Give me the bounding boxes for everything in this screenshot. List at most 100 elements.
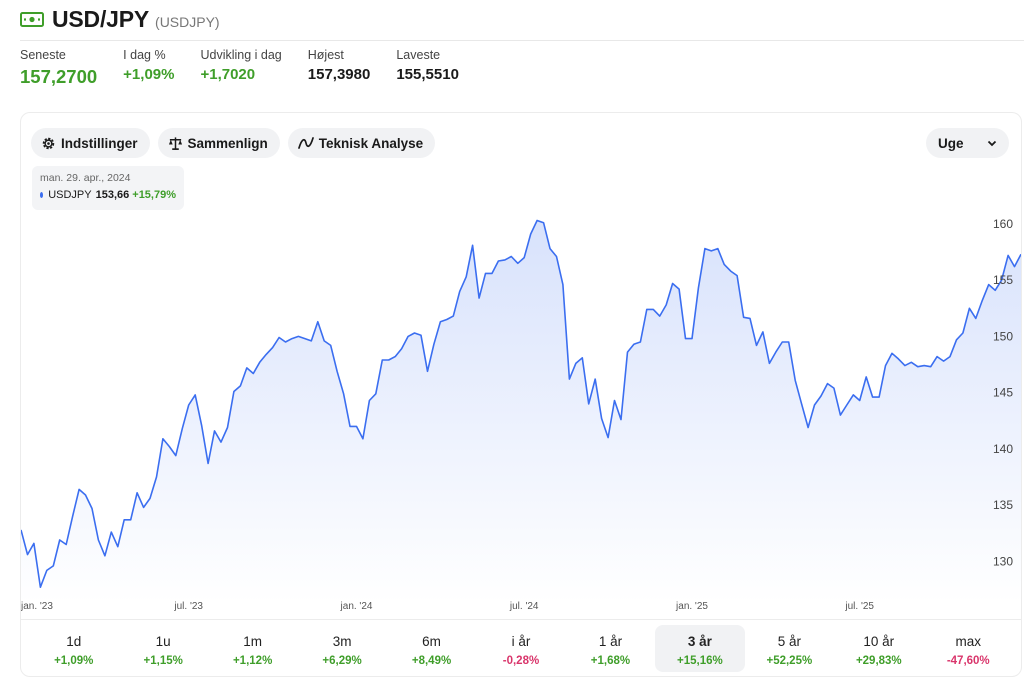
data-point[interactable] xyxy=(696,286,700,290)
period-button[interactable]: 5 år +52,25% xyxy=(745,625,834,672)
data-point[interactable] xyxy=(200,423,204,427)
data-point[interactable] xyxy=(871,395,875,399)
data-point[interactable] xyxy=(206,462,210,466)
data-point[interactable] xyxy=(632,342,636,346)
data-point[interactable] xyxy=(606,436,610,440)
data-point[interactable] xyxy=(987,283,991,287)
data-point[interactable] xyxy=(348,424,352,428)
data-point[interactable] xyxy=(400,347,404,351)
period-button[interactable]: 1u +1,15% xyxy=(118,625,207,672)
data-point[interactable] xyxy=(1019,252,1021,256)
data-point[interactable] xyxy=(451,314,455,318)
data-point[interactable] xyxy=(21,528,23,532)
data-point[interactable] xyxy=(96,538,100,542)
data-point[interactable] xyxy=(909,360,913,364)
data-point[interactable] xyxy=(658,314,662,318)
data-point[interactable] xyxy=(296,334,300,338)
compare-button[interactable]: Sammenlign xyxy=(157,128,280,158)
data-point[interactable] xyxy=(367,399,371,403)
data-point[interactable] xyxy=(226,426,230,430)
data-point[interactable] xyxy=(864,375,868,379)
data-point[interactable] xyxy=(309,339,313,343)
data-point[interactable] xyxy=(374,392,378,396)
data-point[interactable] xyxy=(26,553,30,557)
data-point[interactable] xyxy=(238,384,242,388)
data-point[interactable] xyxy=(135,491,139,495)
data-point[interactable] xyxy=(542,221,546,225)
data-point[interactable] xyxy=(38,585,42,589)
data-point[interactable] xyxy=(722,262,726,266)
period-button[interactable]: 10 år +29,83% xyxy=(834,625,923,672)
period-button[interactable]: 3m +6,29% xyxy=(297,625,386,672)
data-point[interactable] xyxy=(800,402,804,406)
data-point[interactable] xyxy=(219,440,223,444)
data-point[interactable] xyxy=(903,364,907,368)
data-point[interactable] xyxy=(580,356,584,360)
data-point[interactable] xyxy=(180,427,184,431)
data-point[interactable] xyxy=(174,454,178,458)
data-point[interactable] xyxy=(567,377,571,381)
period-button[interactable]: i år -0,28% xyxy=(476,625,565,672)
data-point[interactable] xyxy=(361,437,365,441)
data-point[interactable] xyxy=(522,256,526,260)
data-point[interactable] xyxy=(780,340,784,344)
data-point[interactable] xyxy=(213,429,217,433)
data-point[interactable] xyxy=(832,386,836,390)
data-point[interactable] xyxy=(703,247,707,251)
data-point[interactable] xyxy=(980,298,984,302)
data-point[interactable] xyxy=(858,399,862,403)
data-point[interactable] xyxy=(258,360,262,364)
data-point[interactable] xyxy=(167,445,171,449)
data-point[interactable] xyxy=(748,316,752,320)
data-point[interactable] xyxy=(896,357,900,361)
data-point[interactable] xyxy=(806,426,810,430)
data-point[interactable] xyxy=(193,393,197,397)
data-point[interactable] xyxy=(838,413,842,417)
data-point[interactable] xyxy=(490,271,494,275)
data-point[interactable] xyxy=(645,307,649,311)
data-point[interactable] xyxy=(929,365,933,369)
data-point[interactable] xyxy=(826,382,830,386)
data-point[interactable] xyxy=(955,338,959,342)
data-point[interactable] xyxy=(187,403,191,407)
data-point[interactable] xyxy=(587,402,591,406)
data-point[interactable] xyxy=(426,369,430,373)
data-point[interactable] xyxy=(974,316,978,320)
data-point[interactable] xyxy=(890,351,894,355)
data-point[interactable] xyxy=(813,403,817,407)
data-point[interactable] xyxy=(477,296,481,300)
data-point[interactable] xyxy=(290,337,294,341)
data-point[interactable] xyxy=(264,352,268,356)
data-point[interactable] xyxy=(877,395,881,399)
data-point[interactable] xyxy=(251,372,255,376)
data-point[interactable] xyxy=(600,417,604,421)
data-point[interactable] xyxy=(619,418,623,422)
data-point[interactable] xyxy=(322,339,326,343)
data-point[interactable] xyxy=(419,333,423,337)
data-point[interactable] xyxy=(509,255,513,259)
data-point[interactable] xyxy=(716,247,720,251)
data-point[interactable] xyxy=(45,568,49,572)
settings-button[interactable]: Indstillinger xyxy=(31,128,150,158)
data-point[interactable] xyxy=(1006,253,1010,257)
data-point[interactable] xyxy=(845,403,849,407)
data-point[interactable] xyxy=(742,315,746,319)
data-point[interactable] xyxy=(916,365,920,369)
data-point[interactable] xyxy=(690,337,694,341)
data-point[interactable] xyxy=(561,283,565,287)
data-point[interactable] xyxy=(155,475,159,479)
data-point[interactable] xyxy=(148,496,152,500)
data-point[interactable] xyxy=(445,318,449,322)
data-point[interactable] xyxy=(709,249,713,253)
data-point[interactable] xyxy=(787,340,791,344)
data-point[interactable] xyxy=(32,541,36,545)
period-button[interactable]: 1m +1,12% xyxy=(208,625,297,672)
data-point[interactable] xyxy=(613,399,617,403)
data-point[interactable] xyxy=(122,518,126,522)
data-point[interactable] xyxy=(755,343,759,347)
data-point[interactable] xyxy=(993,288,997,292)
data-point[interactable] xyxy=(961,331,965,335)
data-point[interactable] xyxy=(729,269,733,273)
data-point[interactable] xyxy=(129,518,133,522)
data-point[interactable] xyxy=(774,350,778,354)
